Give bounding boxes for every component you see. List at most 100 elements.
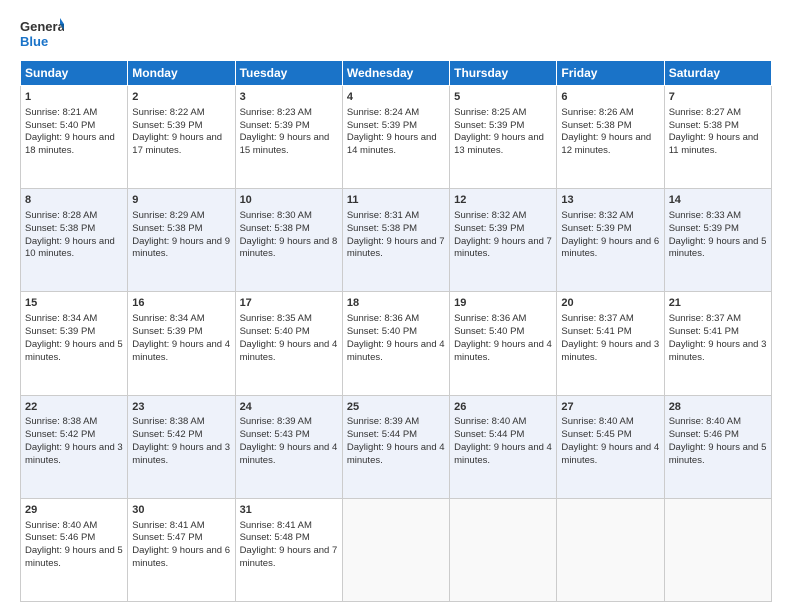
daylight-label: Daylight: 9 hours and 3 minutes. bbox=[25, 442, 123, 466]
sunset-label: Sunset: 5:40 PM bbox=[240, 326, 310, 337]
day-number: 10 bbox=[240, 193, 338, 208]
sunset-label: Sunset: 5:43 PM bbox=[240, 429, 310, 440]
day-number: 11 bbox=[347, 193, 445, 208]
sunset-label: Sunset: 5:39 PM bbox=[132, 120, 202, 131]
sunset-label: Sunset: 5:47 PM bbox=[132, 532, 202, 543]
sunset-label: Sunset: 5:40 PM bbox=[25, 120, 95, 131]
sunrise-label: Sunrise: 8:25 AM bbox=[454, 107, 526, 118]
daylight-label: Daylight: 9 hours and 7 minutes. bbox=[347, 236, 445, 260]
svg-text:General: General bbox=[20, 19, 64, 34]
daylight-label: Daylight: 9 hours and 4 minutes. bbox=[454, 442, 552, 466]
calendar-cell bbox=[557, 498, 664, 601]
sunset-label: Sunset: 5:45 PM bbox=[561, 429, 631, 440]
daylight-label: Daylight: 9 hours and 6 minutes. bbox=[132, 545, 230, 569]
day-number: 3 bbox=[240, 90, 338, 105]
sunset-label: Sunset: 5:48 PM bbox=[240, 532, 310, 543]
daylight-label: Daylight: 9 hours and 4 minutes. bbox=[240, 442, 338, 466]
calendar-cell: 23 Sunrise: 8:38 AM Sunset: 5:42 PM Dayl… bbox=[128, 395, 235, 498]
calendar-cell: 16 Sunrise: 8:34 AM Sunset: 5:39 PM Dayl… bbox=[128, 292, 235, 395]
sunrise-label: Sunrise: 8:30 AM bbox=[240, 210, 312, 221]
sunrise-label: Sunrise: 8:39 AM bbox=[347, 416, 419, 427]
sunrise-label: Sunrise: 8:32 AM bbox=[561, 210, 633, 221]
sunset-label: Sunset: 5:38 PM bbox=[669, 120, 739, 131]
sunrise-label: Sunrise: 8:40 AM bbox=[669, 416, 741, 427]
calendar-cell: 2 Sunrise: 8:22 AM Sunset: 5:39 PM Dayli… bbox=[128, 86, 235, 189]
daylight-label: Daylight: 9 hours and 9 minutes. bbox=[132, 236, 230, 260]
calendar-cell: 19 Sunrise: 8:36 AM Sunset: 5:40 PM Dayl… bbox=[450, 292, 557, 395]
daylight-label: Daylight: 9 hours and 4 minutes. bbox=[454, 339, 552, 363]
sunset-label: Sunset: 5:40 PM bbox=[347, 326, 417, 337]
day-number: 14 bbox=[669, 193, 767, 208]
sunrise-label: Sunrise: 8:34 AM bbox=[25, 313, 97, 324]
calendar-cell: 10 Sunrise: 8:30 AM Sunset: 5:38 PM Dayl… bbox=[235, 189, 342, 292]
calendar-cell: 4 Sunrise: 8:24 AM Sunset: 5:39 PM Dayli… bbox=[342, 86, 449, 189]
daylight-label: Daylight: 9 hours and 5 minutes. bbox=[25, 545, 123, 569]
daylight-label: Daylight: 9 hours and 11 minutes. bbox=[669, 132, 759, 156]
daylight-label: Daylight: 9 hours and 4 minutes. bbox=[347, 339, 445, 363]
sunset-label: Sunset: 5:39 PM bbox=[25, 326, 95, 337]
calendar-cell: 9 Sunrise: 8:29 AM Sunset: 5:38 PM Dayli… bbox=[128, 189, 235, 292]
day-number: 23 bbox=[132, 400, 230, 415]
day-number: 7 bbox=[669, 90, 767, 105]
day-number: 8 bbox=[25, 193, 123, 208]
sunrise-label: Sunrise: 8:36 AM bbox=[454, 313, 526, 324]
day-number: 13 bbox=[561, 193, 659, 208]
daylight-label: Daylight: 9 hours and 4 minutes. bbox=[132, 339, 230, 363]
day-number: 9 bbox=[132, 193, 230, 208]
sunset-label: Sunset: 5:38 PM bbox=[561, 120, 631, 131]
sunrise-label: Sunrise: 8:32 AM bbox=[454, 210, 526, 221]
daylight-label: Daylight: 9 hours and 7 minutes. bbox=[454, 236, 552, 260]
day-number: 20 bbox=[561, 296, 659, 311]
calendar-cell: 30 Sunrise: 8:41 AM Sunset: 5:47 PM Dayl… bbox=[128, 498, 235, 601]
daylight-label: Daylight: 9 hours and 12 minutes. bbox=[561, 132, 651, 156]
daylight-label: Daylight: 9 hours and 4 minutes. bbox=[347, 442, 445, 466]
sunset-label: Sunset: 5:44 PM bbox=[347, 429, 417, 440]
sunrise-label: Sunrise: 8:24 AM bbox=[347, 107, 419, 118]
daylight-label: Daylight: 9 hours and 3 minutes. bbox=[132, 442, 230, 466]
calendar-cell: 7 Sunrise: 8:27 AM Sunset: 5:38 PM Dayli… bbox=[664, 86, 771, 189]
daylight-label: Daylight: 9 hours and 14 minutes. bbox=[347, 132, 437, 156]
sunrise-label: Sunrise: 8:27 AM bbox=[669, 107, 741, 118]
calendar-cell: 8 Sunrise: 8:28 AM Sunset: 5:38 PM Dayli… bbox=[21, 189, 128, 292]
calendar-cell: 12 Sunrise: 8:32 AM Sunset: 5:39 PM Dayl… bbox=[450, 189, 557, 292]
sunset-label: Sunset: 5:44 PM bbox=[454, 429, 524, 440]
sunrise-label: Sunrise: 8:38 AM bbox=[25, 416, 97, 427]
daylight-label: Daylight: 9 hours and 18 minutes. bbox=[25, 132, 115, 156]
sunrise-label: Sunrise: 8:26 AM bbox=[561, 107, 633, 118]
sunrise-label: Sunrise: 8:23 AM bbox=[240, 107, 312, 118]
day-number: 1 bbox=[25, 90, 123, 105]
day-number: 5 bbox=[454, 90, 552, 105]
calendar-cell: 29 Sunrise: 8:40 AM Sunset: 5:46 PM Dayl… bbox=[21, 498, 128, 601]
day-number: 21 bbox=[669, 296, 767, 311]
sunrise-label: Sunrise: 8:22 AM bbox=[132, 107, 204, 118]
sunrise-label: Sunrise: 8:35 AM bbox=[240, 313, 312, 324]
daylight-label: Daylight: 9 hours and 5 minutes. bbox=[669, 236, 767, 260]
calendar-cell: 1 Sunrise: 8:21 AM Sunset: 5:40 PM Dayli… bbox=[21, 86, 128, 189]
day-number: 19 bbox=[454, 296, 552, 311]
daylight-label: Daylight: 9 hours and 8 minutes. bbox=[240, 236, 338, 260]
sunset-label: Sunset: 5:38 PM bbox=[240, 223, 310, 234]
calendar-cell bbox=[664, 498, 771, 601]
sunset-label: Sunset: 5:39 PM bbox=[454, 223, 524, 234]
daylight-label: Daylight: 9 hours and 3 minutes. bbox=[561, 339, 659, 363]
calendar-cell: 31 Sunrise: 8:41 AM Sunset: 5:48 PM Dayl… bbox=[235, 498, 342, 601]
weekday-header: Saturday bbox=[664, 61, 771, 86]
sunrise-label: Sunrise: 8:31 AM bbox=[347, 210, 419, 221]
sunrise-label: Sunrise: 8:28 AM bbox=[25, 210, 97, 221]
calendar-cell: 15 Sunrise: 8:34 AM Sunset: 5:39 PM Dayl… bbox=[21, 292, 128, 395]
weekday-header: Monday bbox=[128, 61, 235, 86]
sunset-label: Sunset: 5:39 PM bbox=[454, 120, 524, 131]
sunset-label: Sunset: 5:46 PM bbox=[669, 429, 739, 440]
day-number: 22 bbox=[25, 400, 123, 415]
calendar-cell bbox=[450, 498, 557, 601]
sunset-label: Sunset: 5:40 PM bbox=[454, 326, 524, 337]
calendar-cell: 28 Sunrise: 8:40 AM Sunset: 5:46 PM Dayl… bbox=[664, 395, 771, 498]
sunrise-label: Sunrise: 8:21 AM bbox=[25, 107, 97, 118]
daylight-label: Daylight: 9 hours and 3 minutes. bbox=[669, 339, 767, 363]
calendar-cell: 27 Sunrise: 8:40 AM Sunset: 5:45 PM Dayl… bbox=[557, 395, 664, 498]
day-number: 26 bbox=[454, 400, 552, 415]
calendar-cell: 20 Sunrise: 8:37 AM Sunset: 5:41 PM Dayl… bbox=[557, 292, 664, 395]
calendar-cell: 21 Sunrise: 8:37 AM Sunset: 5:41 PM Dayl… bbox=[664, 292, 771, 395]
calendar-cell: 5 Sunrise: 8:25 AM Sunset: 5:39 PM Dayli… bbox=[450, 86, 557, 189]
day-number: 6 bbox=[561, 90, 659, 105]
